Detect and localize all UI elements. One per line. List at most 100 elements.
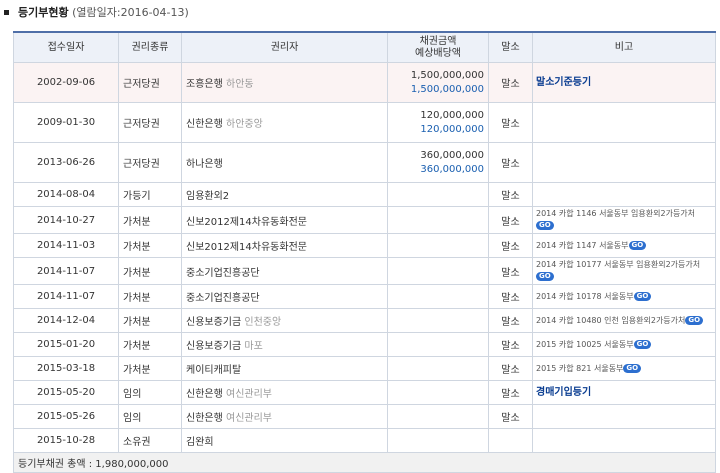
- claim-amount: 120,000,000: [420, 109, 484, 121]
- row-cancel: 말소: [488, 284, 533, 309]
- holder-name: 하나은행: [186, 159, 223, 170]
- row-amount: [387, 284, 489, 309]
- row-date: 2015-03-18: [13, 356, 119, 381]
- bullet-square-icon: [4, 10, 9, 15]
- row-note: [532, 404, 716, 429]
- row-type: 가처분: [118, 233, 182, 258]
- note-text[interactable]: 말소기준등기: [536, 77, 591, 88]
- holder-name: 김완희: [186, 437, 214, 448]
- row-holder: 김완희: [181, 428, 388, 453]
- registry-table: 접수일자 권리종류 권리자 채권금액 예상배당액 말소 비고 2002-09-06…: [13, 31, 716, 473]
- row-note: [532, 142, 716, 183]
- header-amount-line2: 예상배당액: [415, 47, 461, 59]
- holder-branch: 여신관리부: [226, 389, 272, 400]
- note-text: 2015 카합 821 서울동부: [536, 363, 624, 373]
- row-date: 2002-09-06: [13, 62, 119, 103]
- row-type: 가처분: [118, 284, 182, 309]
- row-holder: 중소기업진흥공단: [181, 257, 388, 285]
- holder-branch: 인천중앙: [244, 317, 282, 328]
- row-note: 2015 카합 821 서울동부 GO: [532, 356, 716, 381]
- header-date: 접수일자: [13, 31, 119, 63]
- section-title: 등기부현황 (열람일자:2016-04-13): [0, 5, 189, 21]
- row-amount: [387, 380, 489, 405]
- row-amount: 1,500,000,000 1,500,000,000: [387, 62, 489, 103]
- header-cancel: 말소: [488, 31, 533, 63]
- row-type: 가처분: [118, 308, 182, 333]
- row-holder: 중소기업진흥공단: [181, 284, 388, 309]
- holder-name: 신보2012제14차유동화전문: [186, 216, 307, 228]
- table-row: 2014-10-27 가처분 신보2012제14차유동화전문 말소 2014 카합 11…: [13, 206, 716, 234]
- row-amount: [387, 356, 489, 381]
- table-row: 2014-12-04 가처분 신용보증기금 인천중앙 말소 2014 카합 10480 …: [13, 308, 716, 333]
- table-row: 2014-11-07 가처분 중소기업진흥공단 말소 2014 카합 10177 서울동…: [13, 257, 716, 285]
- row-amount: 120,000,000 120,000,000: [387, 102, 489, 143]
- go-button[interactable]: GO: [633, 291, 652, 301]
- row-holder: 신용보증기금 마포: [181, 332, 388, 357]
- row-amount: [387, 257, 489, 285]
- row-cancel: 말소: [488, 356, 533, 381]
- row-cancel: 말소: [488, 233, 533, 258]
- holder-name: 신한은행: [186, 119, 223, 130]
- row-holder: 조흥은행 하안동: [181, 62, 388, 103]
- row-type: 가처분: [118, 332, 182, 357]
- header-amount: 채권금액 예상배당액: [387, 31, 489, 63]
- go-button[interactable]: GO: [536, 221, 554, 230]
- total-amount: 등기부채권 총액 : 1,980,000,000: [13, 452, 716, 473]
- note-text: 2014 카합 1146 서울동부 임용환외2가등가처: [536, 209, 696, 218]
- header-note: 비고: [532, 31, 716, 63]
- go-button[interactable]: GO: [628, 240, 647, 250]
- go-button[interactable]: GO: [633, 339, 652, 349]
- table-row: 2014-11-07 가처분 중소기업진흥공단 말소 2014 카합 10178 서울동…: [13, 284, 716, 309]
- row-cancel: 말소: [488, 142, 533, 183]
- row-holder: 신한은행 하안중앙: [181, 102, 388, 143]
- row-cancel: 말소: [488, 404, 533, 429]
- table-row: 2015-01-20 가처분 신용보증기금 마포 말소 2015 카합 10025 서울…: [13, 332, 716, 357]
- row-date: 2014-08-04: [13, 182, 119, 207]
- row-type: 임의: [118, 380, 182, 405]
- expected-dividend: 360,000,000: [420, 163, 484, 175]
- table-row: 2013-06-26 근저당권 하나은행 360,000,000 360,000,000…: [13, 142, 716, 183]
- go-button[interactable]: GO: [685, 315, 704, 325]
- row-date: 2015-05-20: [13, 380, 119, 405]
- row-date: 2015-05-26: [13, 404, 119, 429]
- header-holder: 권리자: [181, 31, 388, 63]
- table-row: 2015-10-28 소유권 김완희: [13, 428, 716, 453]
- row-type: 가처분: [118, 356, 182, 381]
- holder-branch: 하안동: [226, 79, 254, 90]
- row-note: 2014 카합 10480 인천 임용환외2가등가처 GO: [532, 308, 716, 333]
- note-text: 2014 카합 10480 인천 임용환외2가등가처: [536, 315, 686, 325]
- row-date: 2013-06-26: [13, 142, 119, 183]
- go-button[interactable]: GO: [536, 272, 554, 281]
- holder-name: 신용보증기금: [186, 341, 242, 352]
- header-type: 권리종류: [118, 31, 182, 63]
- row-date: 2015-01-20: [13, 332, 119, 357]
- go-button[interactable]: GO: [623, 363, 642, 373]
- row-note: 2014 카합 10178 서울동부 GO: [532, 284, 716, 309]
- note-text: 2014 카합 10178 서울동부: [536, 291, 634, 301]
- claim-amount: 360,000,000: [420, 149, 484, 161]
- row-type: 가등기: [118, 182, 182, 207]
- row-holder: 신보2012제14차유동화전문: [181, 206, 388, 234]
- holder-branch: 여신관리부: [226, 413, 272, 424]
- row-cancel: 말소: [488, 332, 533, 357]
- row-type: 임의: [118, 404, 182, 429]
- expected-dividend: 1,500,000,000: [410, 83, 484, 95]
- row-cancel: 말소: [488, 257, 533, 285]
- table-row: 2014-08-04 가등기 임용환외2 말소: [13, 182, 716, 207]
- row-cancel: 말소: [488, 182, 533, 207]
- row-holder: 신용보증기금 인천중앙: [181, 308, 388, 333]
- row-holder: 신보2012제14차유동화전문: [181, 233, 388, 258]
- row-date: 2014-11-03: [13, 233, 119, 258]
- row-type: 가처분: [118, 206, 182, 234]
- row-note: [532, 102, 716, 143]
- row-cancel: 말소: [488, 62, 533, 103]
- row-amount: [387, 233, 489, 258]
- row-cancel: [488, 428, 533, 453]
- table-row: 2014-11-03 가처분 신보2012제14차유동화전문 말소 2014 카합 11…: [13, 233, 716, 258]
- row-type: 소유권: [118, 428, 182, 453]
- row-amount: [387, 404, 489, 429]
- row-type: 근저당권: [118, 102, 182, 143]
- row-holder: 신한은행 여신관리부: [181, 380, 388, 405]
- note-text[interactable]: 경매기입등기: [536, 387, 591, 398]
- holder-name: 신보2012제14차유동화전문: [186, 242, 307, 253]
